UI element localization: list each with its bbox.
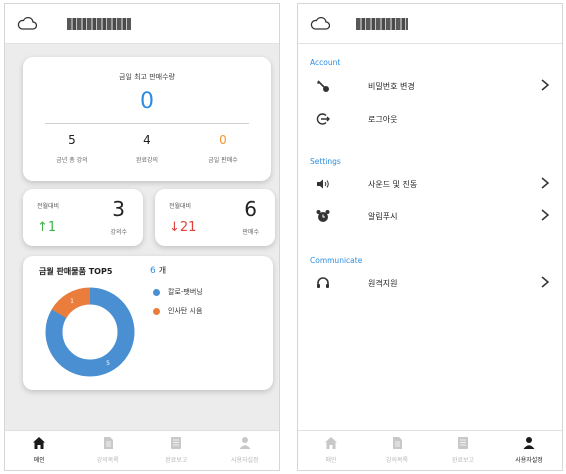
top5-count-unit: 개 <box>158 266 167 275</box>
bottom-nav: 메인 강의목록 완료보고 사용자설정 <box>298 430 562 470</box>
mom-lectures-card: 전월대비 3 ↑1 강의수 <box>23 189 143 246</box>
nav-tab-label: 사용자설정 <box>230 457 259 464</box>
key-icon <box>316 80 329 92</box>
row-change-password[interactable]: 비밀번호 변경 <box>298 71 562 101</box>
section-header-account: Account <box>310 58 341 67</box>
mom-unit: 강의수 <box>110 229 127 236</box>
top5-card: 금월 판매물품 TOP5 6개 15 칼로-팻버닝 인사탄 시음 <box>23 256 273 390</box>
main-screen: 금일 최고 판매수량 0 5 금년 총 강의 4 완료강의 0 금일 판매수 전… <box>4 3 280 471</box>
nav-tab-label: 사용자설정 <box>515 457 543 464</box>
section-header-settings: Settings <box>310 157 341 166</box>
user-icon <box>523 437 535 449</box>
mom-sales-card: 전월대비 6 ↓21 판매수 <box>155 189 275 246</box>
legend-label: 인사탄 시음 <box>168 307 203 315</box>
legend-item: 칼로-팻버닝 <box>153 287 203 297</box>
logout-icon <box>316 113 330 125</box>
stat-label: 완료강의 <box>135 157 159 164</box>
nav-tab-user[interactable]: 사용자설정 <box>499 436 559 464</box>
app-bar <box>298 4 562 44</box>
app-title-redacted <box>67 18 131 30</box>
row-label: 비밀번호 변경 <box>368 82 415 91</box>
document-icon <box>103 437 113 449</box>
nav-tab-label: 강의목록 <box>385 457 409 464</box>
row-remote-support[interactable]: 원격지원 <box>298 268 562 298</box>
nav-tab-label: 메인 <box>325 457 337 464</box>
mom-change: ↑1 <box>37 220 57 235</box>
legend-label: 칼로-팻버닝 <box>168 288 203 296</box>
stat-label: 금일 판매수 <box>208 157 238 164</box>
chevron-right-icon <box>541 177 550 189</box>
row-sound-vibration[interactable]: 사운드 및 진동 <box>298 169 562 199</box>
nav-tab-home[interactable]: 메인 <box>9 436 69 464</box>
cloud-icon <box>17 16 37 30</box>
bottom-nav: 메인 강의목록 완료보고 사용자설정 <box>5 430 279 470</box>
settings-screen: Account 비밀번호 변경 로그아웃 Settings 사운드 및 진동 알… <box>297 3 563 471</box>
chevron-right-icon <box>541 79 550 91</box>
stat-value: 0 <box>219 133 227 147</box>
mom-label: 전월대비 <box>169 203 192 210</box>
stat-value: 4 <box>143 133 151 147</box>
app-bar <box>5 4 279 44</box>
donut-slice-label: 5 <box>106 360 110 367</box>
stat-label: 금년 총 강의 <box>56 157 88 164</box>
top5-count: 6개 <box>150 265 166 276</box>
row-label: 알림푸시 <box>368 212 398 221</box>
divider <box>45 123 249 124</box>
row-label: 원격지원 <box>368 279 398 288</box>
report-icon <box>458 437 468 449</box>
nav-tab-report[interactable]: 완료보고 <box>146 436 206 464</box>
row-logout[interactable]: 로그아웃 <box>298 104 562 134</box>
home-icon <box>33 437 46 449</box>
nav-tab-document[interactable]: 강의목록 <box>367 436 427 464</box>
nav-tab-label: 강의목록 <box>96 457 119 464</box>
chevron-right-icon <box>541 209 550 221</box>
row-label: 사운드 및 진동 <box>368 180 418 189</box>
daily-sales-card: 금일 최고 판매수량 0 5 금년 총 강의 4 완료강의 0 금일 판매수 <box>23 57 271 181</box>
nav-tab-label: 완료보고 <box>451 457 475 464</box>
nav-tab-report[interactable]: 완료보고 <box>433 436 493 464</box>
mom-label: 전월대비 <box>37 203 60 210</box>
top5-count-value: 6 <box>150 266 156 276</box>
mom-change: ↓21 <box>169 220 197 235</box>
legend-dot <box>153 288 160 296</box>
mom-value: 6 <box>244 197 257 221</box>
donut-slice-label: 1 <box>70 298 74 305</box>
nav-tab-user[interactable]: 사용자설정 <box>215 436 275 464</box>
user-icon <box>239 437 251 449</box>
stat-value: 5 <box>68 133 76 147</box>
section-header-communicate: Communicate <box>310 256 363 265</box>
document-icon <box>393 437 402 449</box>
nav-tab-label: 완료보고 <box>165 457 188 464</box>
daily-sales-title: 금일 최고 판매수량 <box>119 73 175 81</box>
row-notification-push[interactable]: 알림푸시 <box>298 201 562 231</box>
stat-today-sales: 0 금일 판매수 <box>188 133 258 164</box>
row-label: 로그아웃 <box>368 115 398 124</box>
chevron-right-icon <box>541 276 550 288</box>
nav-tab-document[interactable]: 강의목록 <box>78 436 138 464</box>
cloud-icon <box>310 16 330 30</box>
legend-item: 인사탄 시음 <box>153 306 202 316</box>
headset-icon <box>317 277 329 288</box>
donut-chart: 15 <box>45 287 135 377</box>
speaker-icon <box>317 179 329 189</box>
stat-completed: 4 완료강의 <box>112 133 182 164</box>
daily-sales-value: 0 <box>140 89 154 114</box>
nav-tab-label: 메인 <box>33 457 45 464</box>
alarm-clock-icon <box>316 210 330 222</box>
mom-unit: 판매수 <box>242 229 259 236</box>
nav-tab-home[interactable]: 메인 <box>301 436 361 464</box>
app-title-redacted <box>356 18 408 30</box>
legend-dot <box>153 307 160 315</box>
mom-value: 3 <box>112 197 125 221</box>
stat-year-total: 5 금년 총 강의 <box>37 133 107 164</box>
top5-title: 금월 판매물품 TOP5 <box>39 267 113 276</box>
report-icon <box>171 437 182 449</box>
home-icon <box>325 437 337 449</box>
